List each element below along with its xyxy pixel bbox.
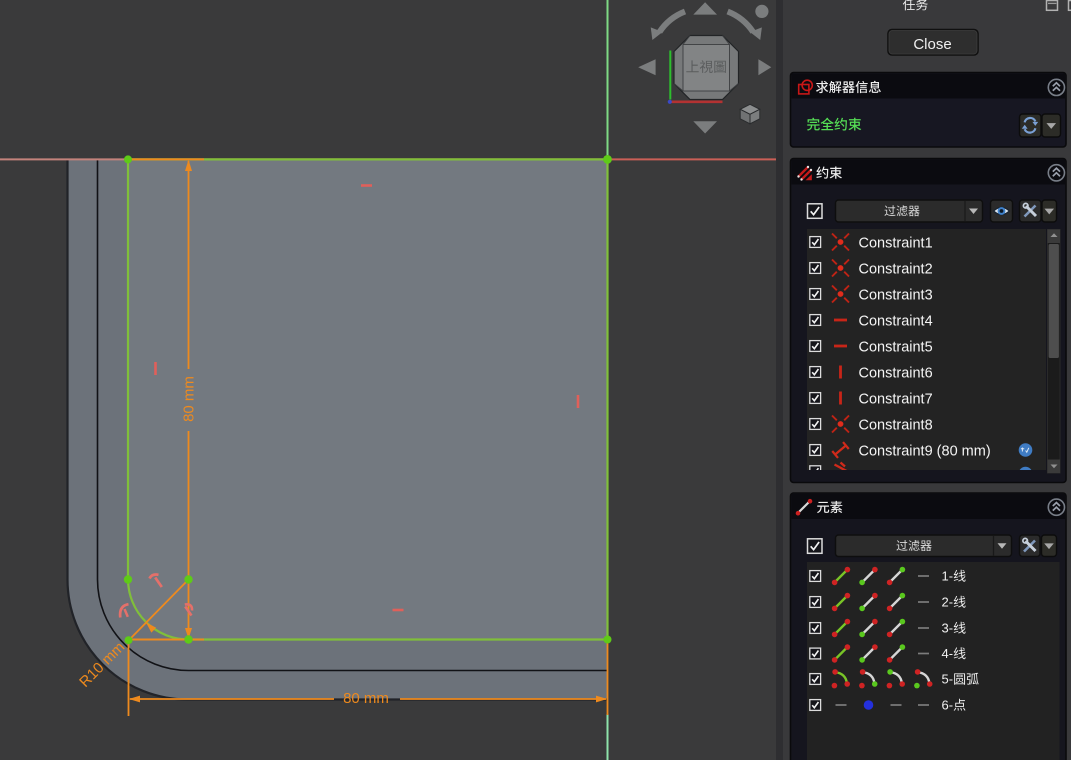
svg-text:6-: 6-: [942, 698, 954, 713]
svg-text:Constraint6: Constraint6: [859, 366, 933, 382]
svg-text:80 mm: 80 mm: [181, 376, 198, 422]
svg-text:80 mm: 80 mm: [343, 690, 389, 707]
svg-text:5-: 5-: [942, 672, 954, 687]
svg-text:2-: 2-: [942, 595, 954, 610]
svg-text:Constraint1: Constraint1: [859, 236, 933, 252]
svg-text:1-: 1-: [942, 569, 954, 584]
svg-text:Constraint4: Constraint4: [859, 314, 933, 330]
svg-text:Constraint9 (80 mm): Constraint9 (80 mm): [859, 444, 991, 460]
svg-text:4-: 4-: [942, 646, 954, 661]
svg-text:Constraint3: Constraint3: [859, 288, 933, 304]
svg-text:Constraint5: Constraint5: [859, 340, 933, 356]
svg-text:Constraint2: Constraint2: [859, 262, 933, 278]
svg-text:3-: 3-: [942, 621, 954, 636]
svg-text:Constraint8: Constraint8: [859, 418, 933, 434]
svg-text:Close: Close: [913, 36, 951, 53]
svg-text:Constraint7: Constraint7: [859, 392, 933, 408]
